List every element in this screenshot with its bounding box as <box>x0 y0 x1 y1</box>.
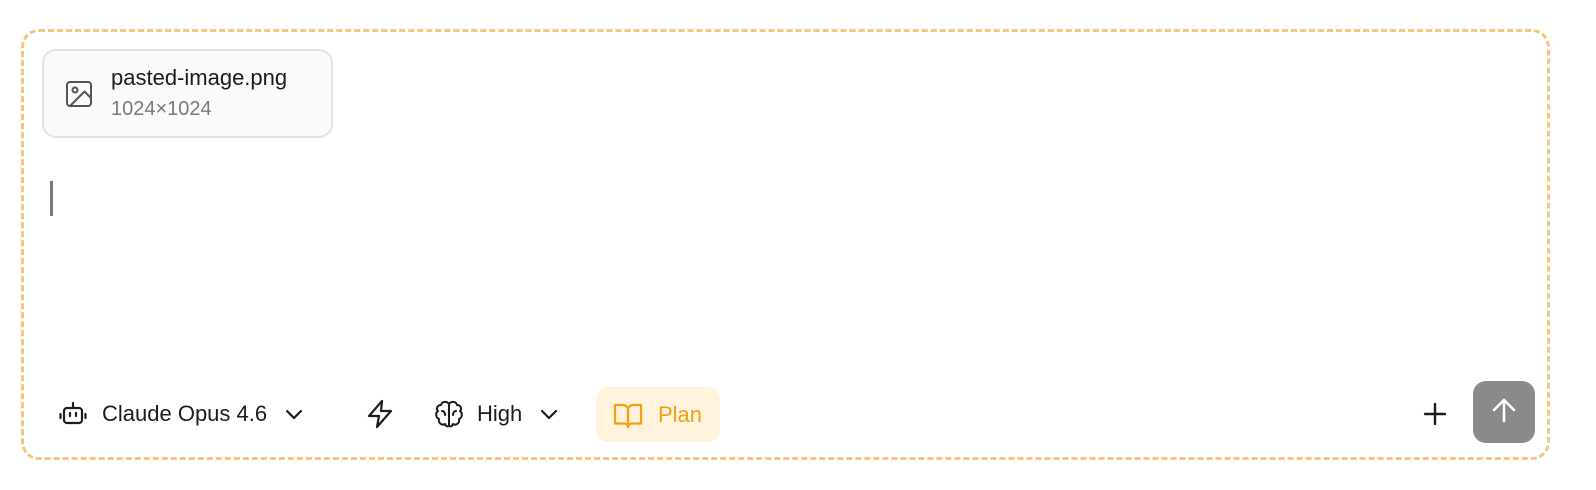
model-selector[interactable]: Claude Opus 4.6 <box>58 385 305 443</box>
attachment-filename: pasted-image.png <box>111 65 288 90</box>
plan-mode-toggle[interactable]: Plan <box>596 387 721 442</box>
lightning-bolt-icon <box>364 398 396 430</box>
fast-mode-toggle[interactable] <box>364 385 396 443</box>
attachment-chip[interactable]: pasted-image.png 1024×1024 <box>42 49 333 138</box>
model-label: Claude Opus 4.6 <box>102 401 268 426</box>
send-button[interactable] <box>1473 381 1535 443</box>
effort-label: High <box>477 401 523 426</box>
open-book-icon <box>612 399 644 431</box>
attachment-dimensions: 1024×1024 <box>111 98 212 120</box>
robot-icon <box>58 399 88 429</box>
chevron-down-icon <box>283 403 305 425</box>
text-cursor[interactable] <box>50 181 53 216</box>
plan-label: Plan <box>658 401 703 427</box>
plus-icon <box>1422 401 1448 427</box>
chevron-down-icon <box>538 403 560 425</box>
message-composer[interactable]: pasted-image.png 1024×1024 Claude Opus 4… <box>21 29 1550 460</box>
effort-selector[interactable]: High <box>433 385 560 443</box>
arrow-up-icon <box>1489 395 1519 430</box>
add-button[interactable] <box>1420 385 1450 443</box>
image-icon <box>64 79 94 109</box>
brain-icon <box>433 398 465 430</box>
composer-toolbar: Claude Opus 4.6 High Plan <box>24 385 1547 443</box>
